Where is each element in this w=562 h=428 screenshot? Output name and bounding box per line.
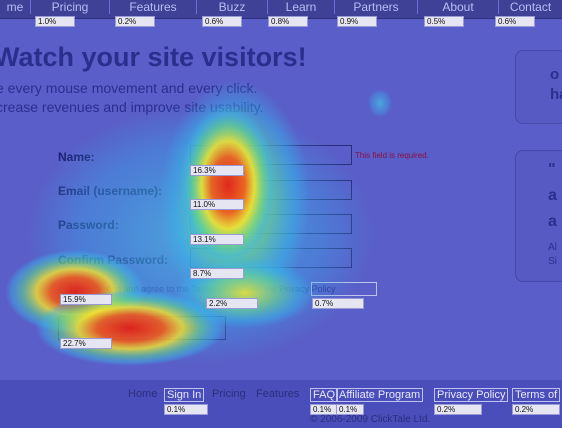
nav-home-pct: 1.0% — [35, 16, 75, 27]
required-note: This field is required. — [355, 151, 429, 160]
footer-signin-link[interactable]: Sign In — [164, 388, 205, 402]
confirm-password-field[interactable] — [190, 248, 352, 268]
nav-pricing-pct: 0.2% — [115, 16, 155, 27]
nav-features-pct: 0.6% — [202, 16, 242, 27]
submit-pct: 22.7% — [60, 338, 112, 349]
email-pct: 11.0% — [190, 199, 244, 210]
footer-home-link[interactable]: Home — [128, 388, 157, 400]
nav-features[interactable]: Features — [110, 0, 197, 14]
footer-pricing-link[interactable]: Pricing — [212, 388, 246, 400]
email-field[interactable] — [190, 180, 352, 200]
privacy-pct: 0.7% — [312, 298, 364, 309]
footer-privacy-link[interactable]: Privacy Policy — [434, 388, 509, 402]
privacy-policy-link[interactable] — [311, 282, 377, 296]
footer-terms-pct: 0.2% — [512, 404, 560, 415]
name-field[interactable] — [190, 145, 352, 165]
confirm-password-pct: 8.7% — [190, 268, 244, 279]
footer-faq-link[interactable]: FAQ — [310, 388, 339, 402]
nav-buzz-pct: 0.8% — [268, 16, 308, 27]
footer-privacy-pct: 0.2% — [434, 404, 482, 415]
name-label: Name: — [58, 150, 95, 164]
side-panel-top: o ha — [515, 50, 562, 124]
nav-buzz[interactable]: Buzz — [197, 0, 268, 14]
terms-pct: 2.2% — [206, 298, 258, 309]
hero-line-2: crease revenues and improve site usabili… — [0, 99, 264, 115]
footer-affiliate-link[interactable]: Affiliate Program — [336, 388, 424, 402]
nav-contact[interactable]: Contact — [499, 0, 562, 14]
confirm-password-label: Confirm Password: — [58, 253, 169, 267]
password-label: Password: — [58, 218, 119, 232]
side-panel-quote: " a a Al Si — [515, 150, 562, 282]
nav-about[interactable]: About — [418, 0, 499, 14]
password-pct: 13.1% — [190, 234, 244, 245]
email-label: Email (username): — [58, 184, 163, 198]
side-panel-quote-text: " a a — [548, 161, 557, 230]
terms-text: I have read and agree to the Terms of Us… — [76, 284, 336, 294]
nav-partners-pct: 0.5% — [424, 16, 464, 27]
side-panel-small-text: Al Si — [548, 242, 557, 267]
nav-home[interactable]: me — [0, 0, 31, 14]
name-pct: 16.3% — [190, 165, 244, 176]
password-field[interactable] — [190, 214, 352, 234]
copyright: © 2006-2009 ClickTale Ltd. — [310, 414, 431, 425]
page-title: Watch your site visitors! — [0, 42, 307, 72]
footer-features-link[interactable]: Features — [256, 388, 299, 400]
hero-line-1: e every mouse movement and every click. — [0, 80, 258, 96]
footer-signin-pct: 0.1% — [164, 404, 208, 415]
nav-learn[interactable]: Learn — [268, 0, 335, 14]
side-panel-top-text: o ha — [550, 66, 562, 103]
nav-pricing[interactable]: Pricing — [31, 0, 110, 14]
create-account-button[interactable]: Create New Account — [58, 316, 226, 340]
checkbox-pct: 15.9% — [60, 294, 112, 305]
footer-terms-link[interactable]: Terms of — [512, 388, 561, 402]
nav-learn-pct: 0.9% — [337, 16, 377, 27]
nav-partners[interactable]: Partners — [335, 0, 418, 14]
nav-about-pct: 0.6% — [495, 16, 535, 27]
heat-cool-spot — [368, 89, 392, 117]
